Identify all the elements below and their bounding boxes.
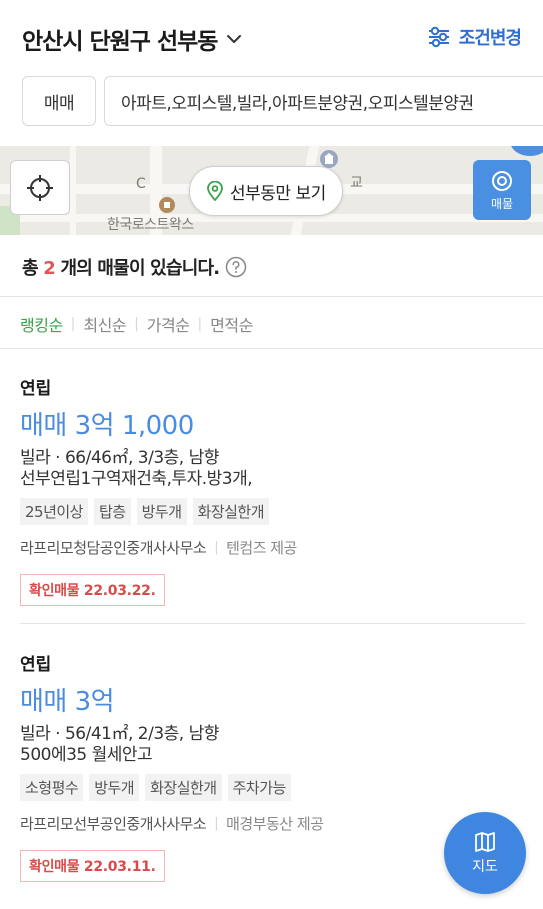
listing-description: 500에35 월세안고 [20,745,153,765]
sort-options: 랭킹순 | 최신순 | 가격순 | 면적순 [20,312,253,336]
property-type-chip[interactable]: 아파트,오피스텔,빌라,아파트분양권,오피스텔분양권 [104,76,543,126]
listing-price: 매매 3억 [20,687,115,717]
listing-toggle-button[interactable]: 매물 [473,160,531,220]
agency-separator: | [214,816,219,831]
listing-type: 연립 [20,379,52,399]
listing-tag: 화장실한개 [192,498,270,525]
count-prefix: 총 [22,258,39,279]
only-area-label: 선부동만 보기 [230,183,326,204]
map-fab-button[interactable]: 지도 [444,812,526,894]
listing-provider: 텐컴즈 제공 [226,539,297,557]
map-fab-label: 지도 [472,859,498,875]
sort-price[interactable]: 가격순 [147,312,190,336]
agency-separator: | [214,540,219,555]
map-road [70,146,76,235]
listing-toggle-label: 매물 [490,196,514,211]
only-area-button[interactable]: 선부동만 보기 [189,166,343,216]
divider [20,623,525,624]
listing-tag: 방두개 [136,498,187,525]
map-view[interactable]: 한국로스트왁스 교 C 선부동만 보기 매물 [0,146,543,235]
sort-area[interactable]: 면적순 [210,312,253,336]
count-suffix: 개의 매물이 있습니다. [60,258,220,279]
target-icon [492,170,512,191]
listing-count-row: 총 2 개의 매물이 있습니다. [22,254,247,280]
map-marker-partial [510,146,543,156]
confirmed-badge: 확인매물 22.03.22. [20,574,165,606]
question-circle-icon[interactable] [225,256,247,278]
map-poi-icon [159,197,175,213]
listing-agency: 라프리모청담공인중개사사무소 [20,539,207,557]
count-number: 2 [43,258,56,279]
trade-type-chip[interactable]: 매매 [22,76,96,126]
sort-ranking[interactable]: 랭킹순 [20,312,63,336]
listing-type: 연립 [20,655,52,675]
confirmed-badge: 확인매물 22.03.11. [20,850,165,882]
listing-tag: 방두개 [89,774,140,801]
divider [0,296,543,297]
map-icon [475,832,495,852]
change-filter-label: 조건변경 [458,28,522,49]
filter-chips: 매매 아파트,오피스텔,빌라,아파트분양권,오피스텔분양권 [0,74,543,130]
listing-tags: 25년이상 탑층 방두개 화장실한개 [20,498,525,525]
map-place-label: 교 [350,175,363,191]
listing-agency-row: 라프리모청담공인중개사사무소 | 텐컴즈 제공 [20,537,525,558]
listing-spec: 빌라 · 56/41㎡, 2/3층, 남향 [20,724,219,744]
listing-tag: 화장실한개 [145,774,222,801]
change-filter-button[interactable]: 조건변경 [427,24,522,50]
map-place-label: 한국로스트왁스 [107,217,194,233]
listing-tags: 소형평수 방두개 화장실한개 주차가능 [20,774,525,801]
map-place-label: C [136,176,146,192]
divider [0,348,543,349]
sort-separator: | [197,316,203,332]
listing-tag: 탑층 [94,498,131,525]
sliders-icon [428,26,449,48]
listing-card[interactable]: 연립 매매 3억 1,000 빌라 · 66/46㎡, 3/3층, 남향 선부연… [20,374,525,606]
listing-agency: 라프리모선부공인중개사사무소 [20,815,207,833]
listing-price: 매매 3억 1,000 [20,411,194,441]
sort-separator: | [70,316,76,332]
sort-latest[interactable]: 최신순 [83,312,126,336]
region-name: 안산시 단원구 선부동 [22,29,218,55]
listing-provider: 매경부동산 제공 [226,815,324,833]
listing-spec: 빌라 · 66/46㎡, 3/3층, 남향 [20,448,219,468]
listing-tag: 소형평수 [20,774,84,801]
crosshair-icon [27,174,53,201]
locate-button[interactable] [10,160,70,215]
region-selector[interactable]: 안산시 단원구 선부동 [22,22,243,56]
listing-tag: 주차가능 [227,774,291,801]
listing-description: 선부연립1구역재건축,투자.방3개, [20,469,253,489]
location-pin-icon [207,181,223,201]
listing-tag: 25년이상 [20,498,88,525]
top-header: 안산시 단원구 선부동 조건변경 [0,0,543,74]
listing-count: 총 2 개의 매물이 있습니다. [22,254,220,280]
sort-separator: | [134,316,139,332]
chevron-down-icon [227,35,242,43]
